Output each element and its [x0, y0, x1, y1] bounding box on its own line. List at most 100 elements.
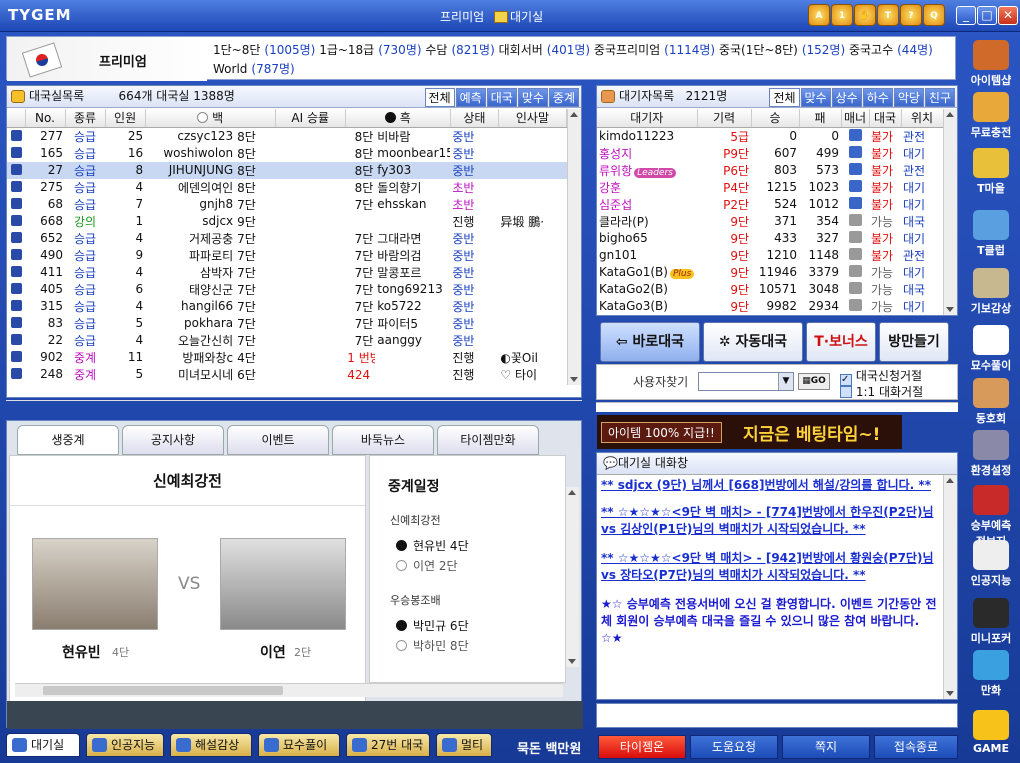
tab-4[interactable]: 악당	[893, 88, 924, 107]
tab-3[interactable]: 하수	[862, 88, 893, 107]
rank-icon[interactable]: A	[808, 4, 830, 26]
col-header[interactable]: 상태	[450, 109, 499, 128]
bottom-tab-2[interactable]: 해설감상	[170, 733, 252, 757]
sidebar-item-2[interactable]: T마을	[966, 148, 1016, 196]
col-header[interactable]: 대기자	[597, 109, 698, 128]
col-header[interactable]: AI 승률	[275, 109, 346, 128]
bottom-tab-0[interactable]: 대기실	[6, 733, 80, 757]
schedule-event[interactable]: 신예최강전	[390, 512, 565, 528]
table-row[interactable]: 411 승급 4 삼박자 7단 7단 말콩포르 중반	[7, 264, 567, 281]
table-row[interactable]: kimdo11223 5급 0 0 불가 관전	[597, 127, 943, 145]
bottom-tab-3[interactable]: 묘수풀이	[258, 733, 340, 757]
tab-1[interactable]: 맞수	[800, 88, 831, 107]
col-header[interactable]: 종류	[65, 109, 106, 128]
sidebar-item-4[interactable]: 기보감상	[966, 268, 1016, 316]
server-stat[interactable]: 1급~18급	[319, 43, 374, 57]
rooms-splitter[interactable]	[6, 400, 582, 408]
table-row[interactable]: 405 승급 6 태양신군 7단 7단 tong69213 중반	[7, 281, 567, 298]
bulb-icon[interactable]: ?	[900, 4, 922, 26]
news-tab-3[interactable]: 바둑뉴스	[332, 425, 434, 455]
table-row[interactable]: KataGo2(B) 9단 10571 3048 가능 대국	[597, 281, 943, 298]
news-tab-2[interactable]: 이벤트	[227, 425, 329, 455]
news-tab-1[interactable]: 공지사항	[122, 425, 224, 455]
hand-icon[interactable]: ✋	[854, 4, 876, 26]
table-row[interactable]: 668 강의 1 sdjcx 9단 진행 异塅 鵬·	[7, 213, 567, 230]
minimize-button[interactable]: _	[956, 6, 976, 25]
table-row[interactable]: 275 승급 4 에덴의여인 8단 8단 돌의향기 초반	[7, 179, 567, 196]
table-row[interactable]: bigho65 9단 433 327 불가 대기	[597, 230, 943, 247]
server-stat[interactable]: 중국(1단~8단)	[719, 43, 798, 57]
players-splitter[interactable]	[596, 402, 958, 412]
col-header[interactable]: 매너	[841, 109, 870, 128]
t-icon[interactable]: T	[877, 4, 899, 26]
table-row[interactable]: 홍성지 P9단 607 499 불가 대기	[597, 145, 943, 162]
tab-2[interactable]: 대국	[486, 88, 517, 107]
server-stat[interactable]: 중국고수	[849, 43, 893, 57]
maximize-button[interactable]: □	[977, 6, 997, 25]
news-hscroll[interactable]	[15, 683, 563, 697]
col-header[interactable]: 승	[751, 109, 800, 128]
tab-0[interactable]: 전체	[769, 88, 800, 107]
rooms-scrollbar[interactable]	[567, 109, 581, 385]
table-row[interactable]: 68 승급 7 gnjh8 7단 7단 ehsskan 초반	[7, 196, 567, 213]
server-stat[interactable]: 중국프리미엄	[594, 43, 660, 57]
server-stat[interactable]: 1단~8단	[213, 43, 260, 57]
sidebar-item-7[interactable]: 환경설정	[966, 430, 1016, 478]
sidebar-item-6[interactable]: 동호회	[966, 378, 1016, 426]
rank2-icon[interactable]: 1	[831, 4, 853, 26]
chat-scrollbar[interactable]	[943, 475, 957, 699]
server-stat[interactable]: World	[213, 62, 247, 76]
chevron-down-icon[interactable]: ▼	[778, 373, 793, 390]
table-row[interactable]: 강훈 P4단 1215 1023 불가 대기	[597, 179, 943, 196]
tab-0[interactable]: 전체	[424, 88, 455, 107]
exit-button[interactable]: 접속종료	[874, 735, 958, 759]
table-row[interactable]: 22 승급 4 오늘간신히 7단 7단 aanggy 중반	[7, 332, 567, 349]
tab-1[interactable]: 예측	[455, 88, 486, 107]
players-scrollbar[interactable]	[943, 109, 957, 315]
sidebar-item-1[interactable]: 무료충전	[966, 92, 1016, 140]
table-row[interactable]: 652 승급 4 거제공충 7단 7단 그대라면 중반	[7, 230, 567, 247]
sidebar-item-11[interactable]: 만화	[966, 650, 1016, 698]
news-scrollbar[interactable]	[565, 487, 579, 667]
col-header[interactable]: 대국	[869, 109, 902, 128]
quiz-icon[interactable]: Q	[923, 4, 945, 26]
news-tab-0[interactable]: 생중계	[17, 425, 119, 455]
table-row[interactable]: KataGo3(B) 9단 9982 2934 가능 대기	[597, 298, 943, 315]
col-header[interactable]: 패	[799, 109, 842, 128]
table-row[interactable]: 83 승급 5 pokhara 7단 7단 파이터5 중반	[7, 315, 567, 332]
sidebar-item-9[interactable]: 인공지능	[966, 540, 1016, 588]
quick-game-button[interactable]: ⇦ 바로대국	[600, 322, 700, 362]
reject-chat-check[interactable]: 1:1 대화거절	[840, 383, 923, 400]
tab-5[interactable]: 친구	[924, 88, 955, 107]
betting-banner[interactable]: 아이템 100% 지급!! 지금은 베팅타임~!	[597, 415, 902, 449]
table-row[interactable]: 165 승급 16 woshiwolon 8단 8단 moonbear15 중반	[7, 145, 567, 162]
table-row[interactable]: 248 중계 5 미녀모시네6단 424 번방 생중계 진행 ♡ 타이	[7, 366, 567, 383]
close-button[interactable]: ✕	[998, 6, 1018, 25]
col-header[interactable]: 기력	[697, 109, 752, 128]
col-header[interactable]: No.	[25, 109, 66, 128]
col-header-black[interactable]: 흑	[345, 109, 451, 128]
bottom-tab-5[interactable]: 멀티	[436, 733, 492, 757]
col-header[interactable]: 인원	[105, 109, 146, 128]
tygem-on-button[interactable]: 타이젬온	[598, 735, 686, 759]
bottom-tab-1[interactable]: 인공지능	[86, 733, 164, 757]
col-header[interactable]: 위치	[901, 109, 943, 128]
server-stat[interactable]: 수담	[425, 43, 447, 57]
table-row[interactable]: 902 중계 11 방패와창c4단 1 번방 생중계 진행 ◐꽃Oil	[7, 349, 567, 366]
tbonus-button[interactable]: T·보너스	[806, 322, 876, 362]
table-row[interactable]: 490 승급 9 파파로티 7단 7단 바람의검 중반	[7, 247, 567, 264]
col-header[interactable]: 인사말	[498, 109, 567, 128]
sidebar-item-10[interactable]: 미니포커	[966, 598, 1016, 646]
table-row[interactable]: 클라라(P) 9단 371 354 가능 대국	[597, 213, 943, 230]
table-row[interactable]: 27 승급 8 JIHUNJUNG 8단 8단 fy303 중반	[7, 161, 567, 179]
table-row[interactable]: 심준섭 P2단 524 1012 불가 대기	[597, 196, 943, 213]
make-room-button[interactable]: 방만들기	[879, 322, 949, 362]
col-header-white[interactable]: 백	[145, 109, 276, 128]
sidebar-item-3[interactable]: T클럽	[966, 210, 1016, 258]
table-row[interactable]: 277 승급 25 czsyc123 8단 8단 비바람 중반	[7, 127, 567, 145]
table-row[interactable]: KataGo1(B) Plus 9단 11946 3379 가능 대기	[597, 264, 943, 281]
auto-game-button[interactable]: ✲ 자동대국	[703, 322, 803, 362]
schedule-event[interactable]: 우승봉조배	[390, 592, 565, 608]
sidebar-item-0[interactable]: 아이템샵	[966, 40, 1016, 88]
table-row[interactable]: gn101 9단 1210 1148 불가 관전	[597, 247, 943, 264]
